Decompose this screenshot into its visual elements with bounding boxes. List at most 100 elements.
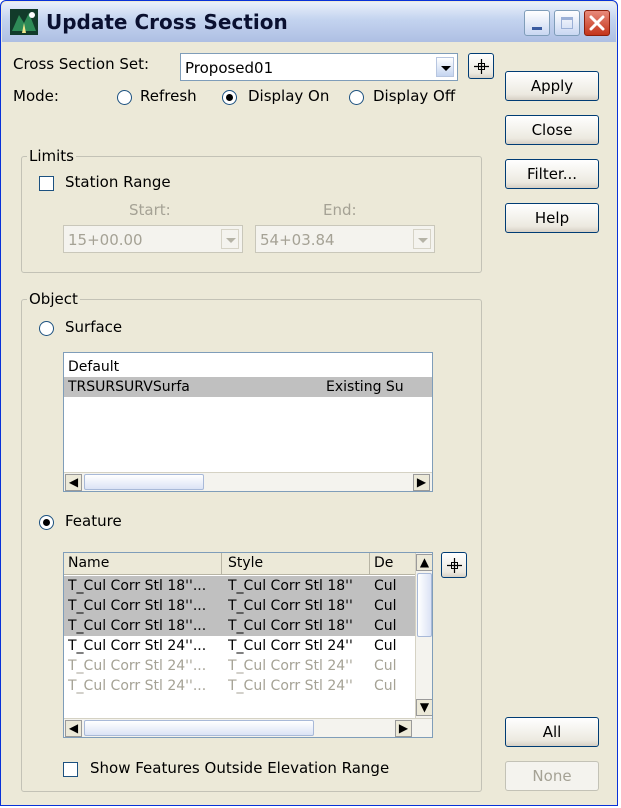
scroll-right-button[interactable]: ▶ xyxy=(395,720,412,737)
mode-display-on-label: Display On xyxy=(248,87,330,105)
table-row[interactable]: T_Cul Corr Stl 24''... T_Cul Corr Stl 24… xyxy=(64,636,416,656)
table-row[interactable]: T_Cul Corr Stl 18''... T_Cul Corr Stl 18… xyxy=(64,596,416,616)
feature-name: T_Cul Corr Stl 18''... xyxy=(68,618,207,634)
feature-label: Feature xyxy=(65,512,122,530)
minimize-button[interactable] xyxy=(524,10,550,36)
close-window-button[interactable] xyxy=(584,10,610,36)
crosshair-icon xyxy=(474,59,489,74)
surface-label: Surface xyxy=(65,318,123,336)
help-button[interactable]: Help xyxy=(505,203,599,233)
feature-style: T_Cul Corr Stl 18'' xyxy=(228,578,353,594)
chevron-down-icon xyxy=(226,238,236,243)
scrollbar-thumb[interactable] xyxy=(417,573,432,637)
table-row[interactable]: T_Cul Corr Stl 24''... T_Cul Corr Stl 24… xyxy=(64,656,416,676)
mode-refresh-radio[interactable] xyxy=(117,90,132,105)
end-station-select[interactable]: 54+03.84 xyxy=(255,225,435,253)
minimize-icon xyxy=(532,27,542,30)
maximize-icon xyxy=(561,17,573,29)
mode-refresh-label: Refresh xyxy=(140,87,197,105)
column-divider[interactable] xyxy=(369,553,370,575)
select-none-button[interactable]: None xyxy=(505,761,599,791)
feature-radio[interactable] xyxy=(39,515,54,530)
column-header-description[interactable]: De xyxy=(374,555,393,571)
scroll-up-button[interactable]: ▲ xyxy=(416,554,432,571)
title-bar[interactable]: Update Cross Section xyxy=(2,2,616,42)
column-divider[interactable] xyxy=(221,553,222,575)
feature-list-header: Name Style De xyxy=(64,553,416,575)
feature-name: T_Cul Corr Stl 18''... xyxy=(68,598,207,614)
feature-description: Cul xyxy=(374,638,397,654)
feature-list[interactable]: Name Style De T_Cul Corr Stl 18''... T_C… xyxy=(63,552,433,738)
radio-selected-dot xyxy=(226,94,233,101)
mode-display-off-radio[interactable] xyxy=(349,90,364,105)
cross-section-set-value: Proposed01 xyxy=(185,59,274,77)
apply-button[interactable]: Apply xyxy=(505,71,599,101)
surface-horizontal-scrollbar[interactable]: ◀ ▶ xyxy=(64,472,432,491)
limits-title: Limits xyxy=(27,147,76,165)
crosshair-icon xyxy=(447,558,462,573)
scroll-left-button[interactable]: ◀ xyxy=(65,720,82,737)
maximize-button[interactable] xyxy=(554,10,580,36)
surface-list[interactable]: Default TRSURSURVSurfa Existing Su ◀ ▶ xyxy=(63,352,433,492)
close-button[interactable]: Close xyxy=(505,115,599,145)
mode-label: Mode: xyxy=(13,87,59,105)
scrollbar-thumb[interactable] xyxy=(84,720,314,736)
list-item[interactable]: Default xyxy=(64,357,432,377)
scroll-left-button[interactable]: ◀ xyxy=(65,474,82,491)
list-item[interactable]: TRSURSURVSurfa Existing Su xyxy=(64,377,432,397)
start-station-dropdown-button[interactable] xyxy=(221,229,239,249)
scroll-right-button[interactable]: ▶ xyxy=(413,474,430,491)
select-all-button[interactable]: All xyxy=(505,717,599,747)
surface-name: Default xyxy=(68,359,120,375)
table-row[interactable]: T_Cul Corr Stl 18''... T_Cul Corr Stl 18… xyxy=(64,576,416,596)
mode-display-off-label: Display Off xyxy=(373,87,456,105)
chevron-down-icon xyxy=(441,66,451,71)
table-row[interactable]: T_Cul Corr Stl 18''... T_Cul Corr Stl 18… xyxy=(64,616,416,636)
object-title: Object xyxy=(27,290,80,308)
station-range-label: Station Range xyxy=(65,173,171,191)
station-range-checkbox[interactable] xyxy=(39,176,54,191)
start-station-select[interactable]: 15+00.00 xyxy=(63,225,243,253)
feature-style: T_Cul Corr Stl 18'' xyxy=(228,618,353,634)
feature-style: T_Cul Corr Stl 24'' xyxy=(228,638,353,654)
surface-radio[interactable] xyxy=(39,321,54,336)
feature-vertical-scrollbar[interactable]: ▲ ▼ xyxy=(415,553,432,718)
feature-style: T_Cul Corr Stl 24'' xyxy=(228,678,353,694)
feature-locate-button[interactable] xyxy=(441,552,467,578)
feature-name: T_Cul Corr Stl 24''... xyxy=(68,658,207,674)
feature-description: Cul xyxy=(374,598,397,614)
mode-display-on-radio[interactable] xyxy=(222,90,237,105)
feature-description: Cul xyxy=(374,658,397,674)
start-station-value: 15+00.00 xyxy=(68,231,143,249)
chevron-down-icon xyxy=(418,238,428,243)
scroll-down-button[interactable]: ▼ xyxy=(416,699,432,716)
column-header-name[interactable]: Name xyxy=(68,555,109,571)
close-icon xyxy=(589,15,605,31)
feature-name: T_Cul Corr Stl 24''... xyxy=(68,678,207,694)
surface-description: Existing Su xyxy=(326,379,404,395)
end-label: End: xyxy=(323,201,357,219)
radio-selected-dot xyxy=(43,519,50,526)
filter-button[interactable]: Filter... xyxy=(505,159,599,189)
end-station-value: 54+03.84 xyxy=(260,231,335,249)
surface-name: TRSURSURVSurfa xyxy=(68,379,190,395)
table-row[interactable]: T_Cul Corr Stl 24''... T_Cul Corr Stl 24… xyxy=(64,676,416,696)
feature-style: T_Cul Corr Stl 24'' xyxy=(228,658,353,674)
end-station-dropdown-button[interactable] xyxy=(413,229,431,249)
locate-button[interactable] xyxy=(468,53,494,79)
window-title: Update Cross Section xyxy=(46,10,288,34)
feature-horizontal-scrollbar[interactable]: ◀ ▶ xyxy=(64,718,432,737)
cross-section-set-select[interactable]: Proposed01 xyxy=(180,53,458,81)
feature-name: T_Cul Corr Stl 18''... xyxy=(68,578,207,594)
cross-section-set-dropdown-button[interactable] xyxy=(436,57,454,77)
dialog-window: Update Cross Section Cross Section Set: … xyxy=(0,0,618,806)
feature-style: T_Cul Corr Stl 18'' xyxy=(228,598,353,614)
feature-description: Cul xyxy=(374,618,397,634)
show-outside-elevation-checkbox[interactable] xyxy=(63,762,78,777)
column-header-style[interactable]: Style xyxy=(228,555,263,571)
feature-description: Cul xyxy=(374,578,397,594)
start-label: Start: xyxy=(129,201,171,219)
scrollbar-thumb[interactable] xyxy=(84,474,204,490)
show-outside-elevation-label: Show Features Outside Elevation Range xyxy=(90,759,390,777)
cross-section-set-label: Cross Section Set: xyxy=(13,55,150,73)
